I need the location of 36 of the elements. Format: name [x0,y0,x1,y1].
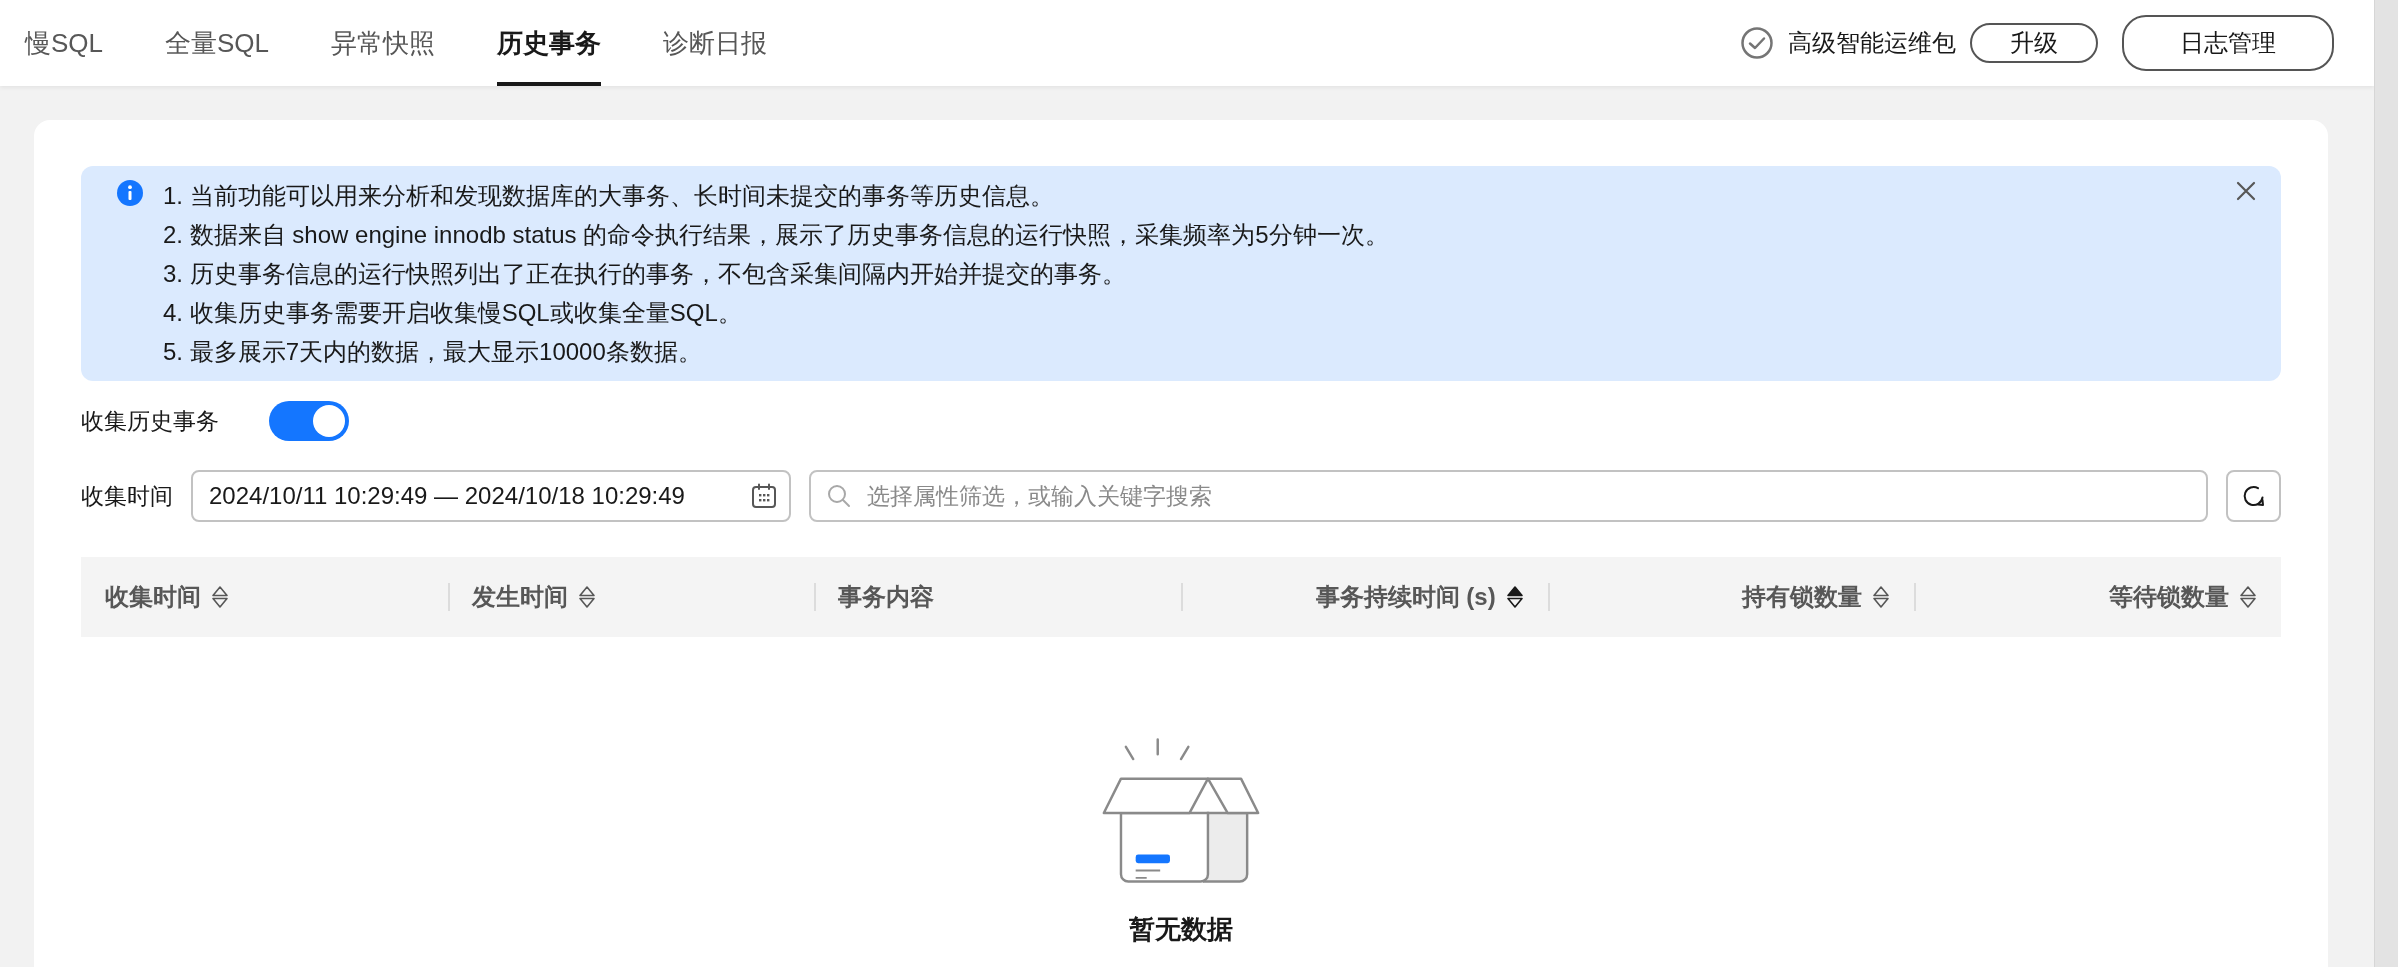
time-label: 收集时间 [81,481,173,511]
sort-icon[interactable] [1872,585,1891,609]
sort-icon[interactable] [2239,585,2257,609]
tab[interactable]: 慢SQL [25,0,104,86]
tab[interactable]: 诊断日报 [663,0,768,86]
sort-icon[interactable] [1505,585,1524,609]
calendar-icon [751,483,777,509]
upgrade-button[interactable]: 升级 [1970,23,2098,63]
sort-icon[interactable] [211,585,229,609]
info-text: 4. 收集历史事务需要开启收集慢SQL或收集全量SQL。 [163,298,743,328]
column-header: 发生时间 [471,582,568,612]
column-header: 事务持续时间 (s) [1315,582,1496,612]
scrollbar[interactable] [2374,0,2398,967]
sort-icon[interactable] [577,585,596,609]
search-icon [827,484,851,508]
tab[interactable]: 全量SQL [165,0,270,86]
column-header: 收集时间 [105,582,201,612]
log-management-button[interactable]: 日志管理 [2122,15,2334,71]
toggle-label: 收集历史事务 [81,406,219,436]
info-text: 5. 最多展示7天内的数据，最大显示10000条数据。 [163,337,703,367]
column-header: 持有锁数量 [1742,582,1863,612]
column-header: 事务内容 [838,582,935,612]
tab[interactable]: 异常快照 [331,0,436,86]
collect-switch[interactable] [269,401,349,441]
empty-message: 暂无数据 [1129,913,1233,946]
search-field[interactable]: 选择属性筛选，或输入关键字搜索 [809,470,2208,522]
column-header: 等待锁数量 [2109,582,2229,612]
date-range-field[interactable]: 2024/10/11 10:29:49 — 2024/10/18 10:29:49 [191,470,791,522]
tab[interactable]: 历史事务 [497,0,602,86]
refresh-button[interactable] [2226,470,2281,522]
info-text: 1. 当前功能可以用来分析和发现数据库的大事务、长时间未提交的事务等历史信息。 [163,181,1055,211]
info-text: 2. 数据来自 show engine innodb status 的命令执行结果，展示了历史事务信息的运行快照，采集频率为5分钟一次。 [163,220,1390,250]
info-icon [117,180,143,206]
info-text: 3. 历史事务信息的运行快照列出了正在执行的事务，不包含采集间隔内开始并提交的事务。 [163,259,1127,289]
package-label: 高级智能运维包 [1788,28,1956,58]
close-button[interactable] [2235,180,2257,202]
